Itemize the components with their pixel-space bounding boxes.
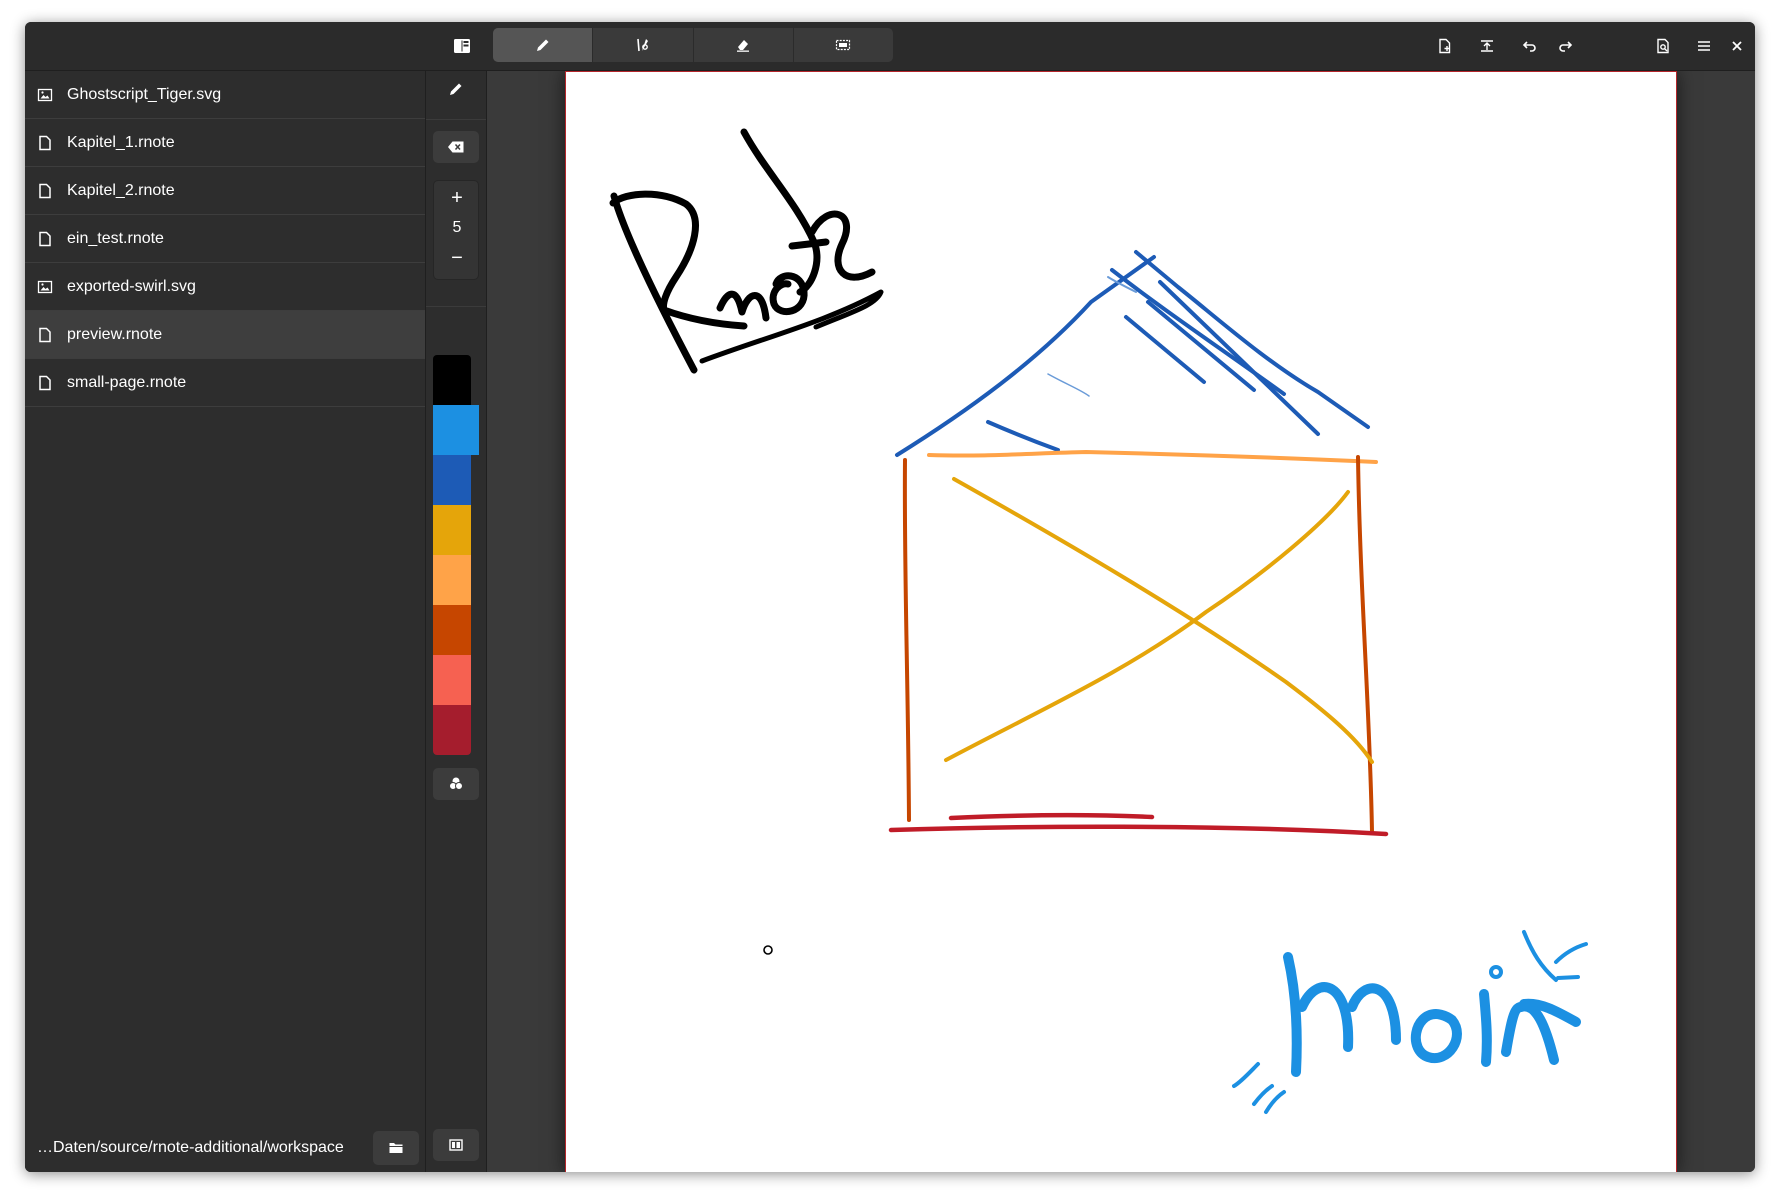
app-window: Ghostscript_Tiger.svg Kapitel_1.rnote Ka… (25, 22, 1755, 1172)
image-file-icon (37, 87, 53, 103)
folder-icon (388, 1140, 404, 1156)
undo-icon (1522, 38, 1538, 54)
file-item-preview[interactable]: preview.rnote (25, 311, 425, 359)
file-item-kapitel-1[interactable]: Kapitel_1.rnote (25, 119, 425, 167)
file-item-exported-swirl[interactable]: exported-swirl.svg (25, 263, 425, 311)
file-name: ein_test.rnote (67, 229, 164, 247)
file-name: preview.rnote (67, 325, 163, 343)
selector-icon (835, 37, 851, 53)
backspace-icon (447, 140, 465, 154)
color-swatch-8[interactable] (433, 705, 471, 755)
house-walls (902, 455, 1374, 834)
color-picker-button[interactable] (433, 768, 479, 800)
house-roof-light-stroke (1047, 373, 1090, 397)
pen-cursor (763, 945, 773, 955)
document-file-icon (37, 183, 53, 199)
import-icon (1479, 38, 1495, 54)
undo-button[interactable] (1513, 29, 1547, 63)
sidebar-toggle-button[interactable] (445, 29, 479, 63)
file-item-ghostscript-tiger[interactable]: Ghostscript_Tiger.svg (25, 71, 425, 119)
stroke-width-spinner: + 5 − (433, 180, 479, 280)
workspace-path: …Daten/source/rnote-additional/workspace (37, 1139, 344, 1156)
house-ceiling (927, 450, 1378, 464)
workspace-sidebar: Ghostscript_Tiger.svg Kapitel_1.rnote Ka… (25, 71, 426, 1172)
tool-selector-group (493, 28, 893, 62)
document-settings-button[interactable] (1646, 29, 1680, 63)
document-file-icon (37, 327, 53, 343)
redo-icon (1557, 38, 1573, 54)
document-settings-icon (1655, 38, 1671, 54)
color-swatch-6[interactable] (433, 605, 471, 655)
document-file-icon (37, 375, 53, 391)
close-window-button[interactable] (1720, 29, 1754, 63)
house-floor (888, 812, 1389, 837)
pencil-icon (448, 81, 464, 97)
house-roof (895, 250, 1370, 457)
pen-style-button[interactable] (433, 73, 479, 105)
close-icon (1730, 39, 1744, 53)
file-item-ein-test[interactable]: ein_test.rnote (25, 215, 425, 263)
file-name: small-page.rnote (67, 373, 187, 391)
drawing-canvas[interactable] (566, 72, 1676, 1172)
color-swatch-7[interactable] (433, 655, 471, 705)
redo-button[interactable] (1548, 29, 1582, 63)
decrease-width-button[interactable]: − (434, 247, 480, 270)
workspace-footer: …Daten/source/rnote-additional/workspace (25, 1124, 425, 1172)
clear-button[interactable] (433, 131, 479, 163)
divider (426, 119, 486, 120)
document-file-icon (37, 135, 53, 151)
color-swatch-4[interactable] (433, 505, 471, 555)
document-page[interactable] (565, 71, 1677, 1172)
color-swatch-1[interactable] (433, 355, 471, 405)
file-name: exported-swirl.svg (67, 277, 196, 295)
color-swatch-2[interactable] (433, 405, 479, 455)
eraser-icon (735, 37, 751, 53)
file-list: Ghostscript_Tiger.svg Kapitel_1.rnote Ka… (25, 71, 425, 407)
new-document-button[interactable] (1428, 29, 1462, 63)
import-button[interactable] (1470, 29, 1504, 63)
sidebar-icon (453, 37, 471, 55)
file-name: Ghostscript_Tiger.svg (67, 85, 222, 103)
house-cross (944, 477, 1374, 764)
selector-tool-button[interactable] (794, 28, 893, 62)
document-file-icon (37, 231, 53, 247)
handwriting-moin (1283, 952, 1581, 1077)
file-name: Kapitel_1.rnote (67, 133, 175, 151)
image-file-icon (37, 279, 53, 295)
toggle-layout-button[interactable] (433, 1129, 479, 1161)
menu-icon (1696, 38, 1712, 54)
color-mix-icon (447, 775, 465, 793)
increase-width-button[interactable]: + (434, 187, 480, 210)
file-item-small-page[interactable]: small-page.rnote (25, 359, 425, 407)
pen-options-column: + 5 − (426, 71, 487, 1172)
header-bar (25, 22, 1755, 71)
new-document-icon (1437, 38, 1453, 54)
color-swatch-3[interactable] (433, 455, 471, 505)
divider (426, 306, 486, 307)
main-menu-button[interactable] (1687, 29, 1721, 63)
file-name: Kapitel_2.rnote (67, 181, 175, 199)
eraser-tool-button[interactable] (694, 28, 794, 62)
stroke-width-value: 5 (452, 219, 462, 236)
open-folder-button[interactable] (373, 1131, 419, 1165)
file-item-kapitel-2[interactable]: Kapitel_2.rnote (25, 167, 425, 215)
color-swatch-5[interactable] (433, 555, 471, 605)
handwriting-rnote (609, 128, 876, 374)
shaper-icon (635, 37, 651, 53)
pen-tool-button[interactable] (493, 28, 594, 62)
pencil-icon (535, 37, 551, 53)
shaper-tool-button[interactable] (593, 28, 694, 62)
canvas-area[interactable] (487, 71, 1755, 1172)
layout-icon (448, 1137, 464, 1153)
